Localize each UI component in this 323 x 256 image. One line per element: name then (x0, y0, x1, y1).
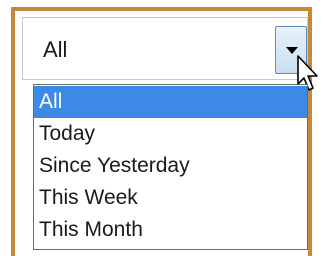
option-this-month[interactable]: This Month (34, 214, 307, 246)
option-today[interactable]: Today (34, 118, 307, 150)
date-range-select[interactable]: All (22, 17, 308, 80)
option-this-week[interactable]: This Week (34, 182, 307, 214)
dropdown-options-list: All Today Since Yesterday This Week This… (33, 84, 308, 250)
chevron-down-icon (286, 47, 298, 54)
selected-value: All (43, 37, 68, 62)
option-since-yesterday[interactable]: Since Yesterday (34, 150, 307, 182)
option-all[interactable]: All (34, 86, 307, 118)
